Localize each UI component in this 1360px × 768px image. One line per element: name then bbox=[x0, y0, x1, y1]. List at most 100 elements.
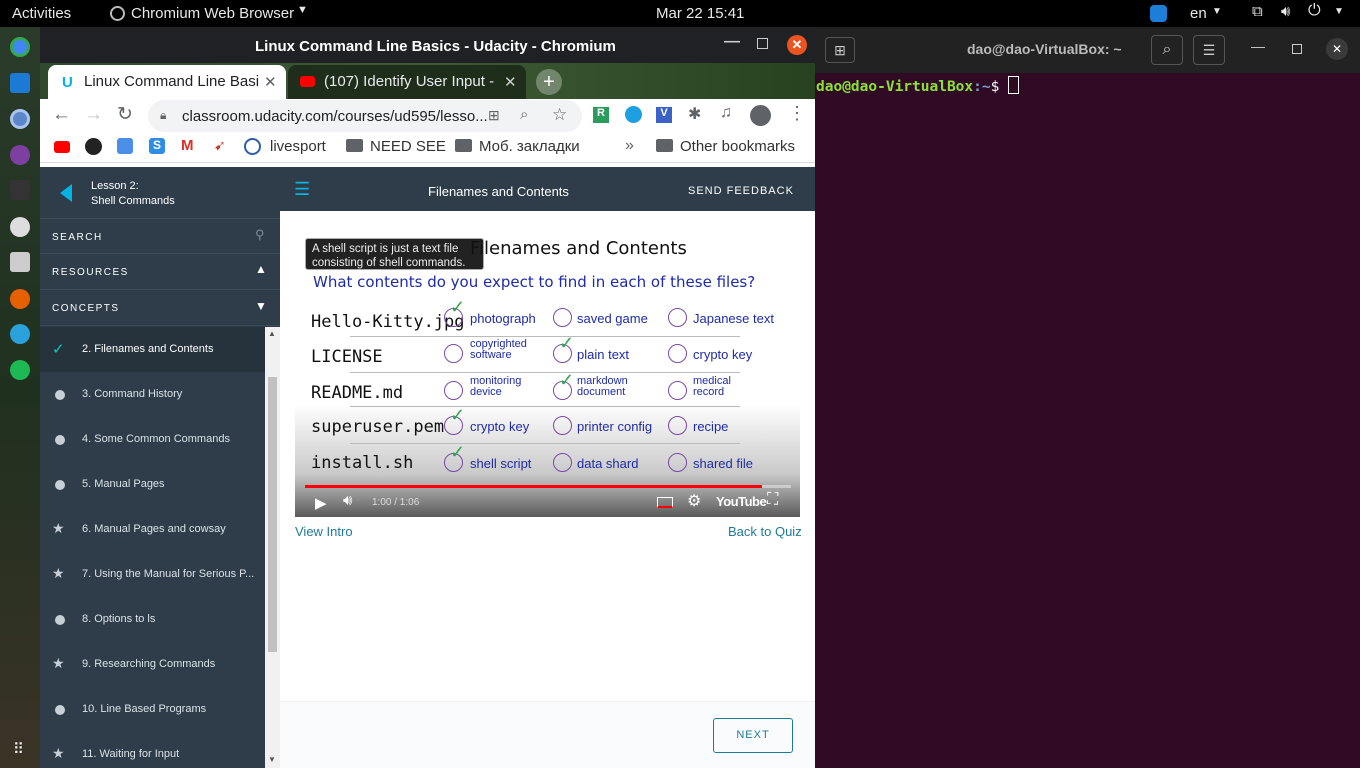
caption-overlay: A shell script is just a text file consi… bbox=[305, 238, 484, 270]
maximize-icon[interactable] bbox=[757, 38, 768, 49]
media-control-icon[interactable]: ♫ bbox=[720, 104, 732, 122]
circle-icon bbox=[55, 435, 65, 445]
tab-youtube[interactable]: (107) Identify User Input - ✕ bbox=[288, 65, 526, 99]
chevron-right-icon[interactable]: » bbox=[625, 137, 634, 155]
telegram-icon[interactable] bbox=[10, 324, 30, 344]
profile-avatar[interactable] bbox=[750, 105, 771, 126]
concept-item-2[interactable]: ✓ 2. Filenames and Contents bbox=[40, 327, 265, 372]
hamburger-icon[interactable]: ☰ bbox=[294, 179, 310, 200]
play-icon[interactable]: ▶ bbox=[315, 494, 327, 512]
terminal-prompt[interactable]: dao@dao-VirtualBox:~$ bbox=[816, 76, 1020, 95]
chrome-icon[interactable] bbox=[10, 37, 30, 57]
tab-close-icon[interactable]: ✕ bbox=[504, 73, 517, 91]
concept-item-7[interactable]: ★ 7. Using the Manual for Serious P... bbox=[40, 552, 265, 597]
omnibox[interactable]: 🔒︎ classroom.udacity.com/courses/ud595/l… bbox=[148, 100, 582, 132]
new-tab-button[interactable]: + bbox=[536, 69, 562, 95]
concept-list: ✓ 2. Filenames and Contents 3. Command Hi… bbox=[40, 327, 265, 768]
checkmark-icon: ✓ bbox=[450, 405, 466, 425]
extension-v-icon[interactable]: V bbox=[656, 107, 672, 123]
minimize-icon[interactable]: — bbox=[724, 33, 740, 51]
language-indicator[interactable]: en bbox=[1190, 5, 1207, 22]
terminal-icon[interactable] bbox=[10, 180, 30, 200]
concept-item-4[interactable]: 4. Some Common Commands bbox=[40, 417, 265, 462]
scroll-down-icon[interactable]: ▼ bbox=[268, 755, 276, 764]
more-menu-icon[interactable]: ⋮ bbox=[788, 103, 806, 124]
search-icon[interactable]: ⌕ bbox=[1151, 35, 1183, 65]
github-bookmark-icon[interactable] bbox=[85, 138, 102, 155]
gmail-bookmark-icon[interactable]: M bbox=[181, 137, 194, 154]
concept-item-6[interactable]: ★ 6. Manual Pages and cowsay bbox=[40, 507, 265, 552]
bookmark-star-icon[interactable]: ☆ bbox=[552, 105, 567, 125]
firefox-icon[interactable] bbox=[10, 289, 30, 309]
settings-gear-icon[interactable]: ⚙ bbox=[687, 491, 701, 511]
back-arrow-icon[interactable] bbox=[60, 184, 72, 202]
translate-bookmark-icon[interactable] bbox=[117, 138, 133, 154]
obs-icon[interactable] bbox=[10, 217, 30, 237]
extension-w-icon[interactable] bbox=[625, 106, 642, 123]
activities-button[interactable]: Activities bbox=[12, 5, 71, 22]
resources-row[interactable]: RESOURCES ▲ bbox=[40, 254, 280, 290]
app-menu[interactable]: Chromium Web Browser bbox=[131, 5, 294, 22]
bookmark-need-see[interactable]: NEED SEE bbox=[370, 138, 446, 155]
clock[interactable]: Mar 22 15:41 bbox=[656, 5, 744, 22]
forward-icon[interactable]: → bbox=[84, 104, 103, 126]
reload-icon[interactable]: ↻ bbox=[117, 103, 133, 126]
captions-icon[interactable] bbox=[657, 497, 673, 508]
translate-icon[interactable]: ⊞ bbox=[488, 107, 500, 124]
send-feedback-button[interactable]: SEND FEEDBACK bbox=[688, 185, 794, 197]
chromium-icon[interactable] bbox=[10, 109, 30, 129]
video-player[interactable]: A shell script is just a text file consi… bbox=[295, 233, 800, 517]
fullscreen-icon[interactable]: ⛶ bbox=[767, 491, 778, 509]
concept-item-8[interactable]: 8. Options to ls bbox=[40, 597, 265, 642]
back-icon[interactable]: ← bbox=[52, 104, 71, 126]
new-tab-icon[interactable]: ⊞ bbox=[825, 37, 855, 63]
maximize-icon[interactable] bbox=[1292, 44, 1302, 54]
bookmark-mobile[interactable]: Моб. закладки bbox=[479, 138, 580, 155]
concepts-row[interactable]: CONCEPTS ▼ bbox=[40, 290, 280, 326]
concept-item-3[interactable]: 3. Command History bbox=[40, 372, 265, 417]
view-intro-link[interactable]: View Intro bbox=[295, 524, 353, 539]
next-button[interactable]: NEXT bbox=[713, 718, 793, 753]
back-to-quiz-link[interactable]: Back to Quiz bbox=[728, 524, 802, 539]
bookmark-livesport[interactable]: livesport bbox=[270, 138, 326, 155]
scrollbar-thumb[interactable] bbox=[268, 377, 277, 652]
progress-track[interactable] bbox=[305, 485, 791, 488]
s-bookmark-icon[interactable]: S bbox=[149, 138, 165, 154]
extensions-puzzle-icon[interactable]: ✱ bbox=[688, 104, 701, 124]
concept-item-5[interactable]: 5. Manual Pages bbox=[40, 462, 265, 507]
bookmark-other[interactable]: Other bookmarks bbox=[680, 138, 795, 155]
zoom-icon[interactable]: ⌕ bbox=[520, 106, 528, 123]
option-circle bbox=[444, 344, 463, 363]
tab-udacity[interactable]: U Linux Command Line Basi ✕ bbox=[48, 65, 286, 99]
github-desktop-icon[interactable] bbox=[10, 145, 30, 165]
concept-item-11[interactable]: ★ 11. Waiting for Input bbox=[40, 732, 265, 768]
sidebar-scrollbar[interactable]: ▲ ▼ bbox=[265, 327, 280, 768]
minimize-icon[interactable]: — bbox=[1251, 38, 1265, 54]
concept-item-9[interactable]: ★ 9. Researching Commands bbox=[40, 642, 265, 687]
search-row[interactable]: SEARCH ⚲ bbox=[40, 218, 280, 254]
lock-icon: 🔒︎ bbox=[160, 108, 167, 122]
spotify-icon[interactable] bbox=[10, 360, 30, 380]
show-apps-icon[interactable]: ⠿ bbox=[13, 740, 24, 758]
window-title: Linux Command Line Basics - Udacity - Ch… bbox=[255, 38, 616, 55]
teamviewer-icon[interactable] bbox=[1150, 5, 1167, 22]
tab-close-icon[interactable]: ✕ bbox=[264, 73, 277, 91]
scroll-up-icon[interactable]: ▲ bbox=[268, 329, 276, 338]
url-text: classroom.udacity.com/courses/ud595/less… bbox=[182, 108, 488, 125]
footer-bar: NEXT bbox=[280, 701, 815, 768]
volume-icon[interactable]: 🔊︎ bbox=[343, 492, 352, 509]
menu-icon[interactable]: ☰ bbox=[1193, 35, 1225, 65]
close-icon[interactable]: ✕ bbox=[787, 35, 807, 55]
network-icon[interactable]: ⧉ bbox=[1252, 3, 1263, 20]
extension-r-icon[interactable]: R bbox=[593, 107, 609, 123]
close-icon[interactable]: ✕ bbox=[1326, 38, 1348, 60]
vscode-icon[interactable] bbox=[10, 73, 30, 93]
concept-item-10[interactable]: 10. Line Based Programs bbox=[40, 687, 265, 732]
bird-bookmark-icon[interactable]: ➹ bbox=[214, 137, 226, 154]
youtube-bookmark-icon[interactable] bbox=[54, 141, 70, 153]
volume-icon[interactable]: 🔊︎ bbox=[1281, 3, 1290, 20]
power-icon[interactable]: ⏻ bbox=[1308, 2, 1321, 20]
files-icon[interactable] bbox=[10, 252, 30, 272]
system-menu-chevron-icon[interactable]: ▼ bbox=[1334, 6, 1344, 17]
youtube-logo[interactable]: YouTube bbox=[716, 494, 767, 509]
